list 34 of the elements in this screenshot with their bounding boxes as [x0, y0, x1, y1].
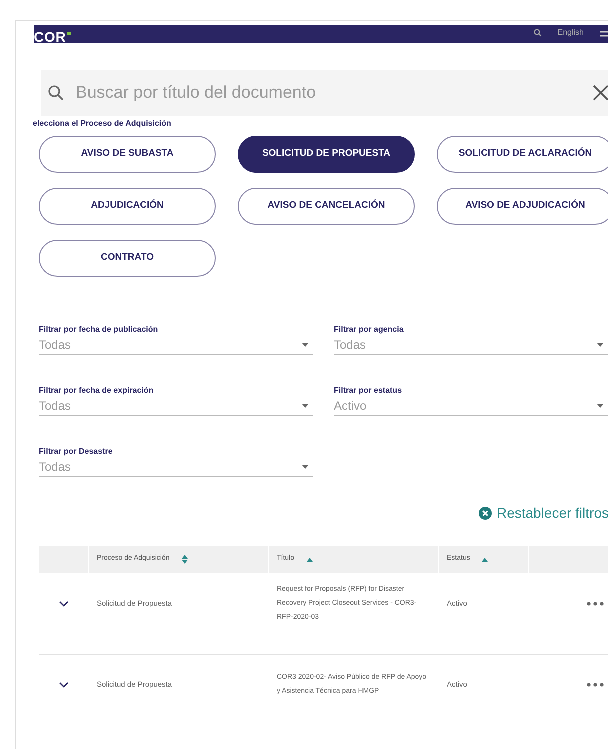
filter-label: Filtrar por Desastre: [39, 447, 114, 457]
search-icon[interactable]: [534, 29, 542, 37]
process-button[interactable]: SOLICITUD DE ACLARACIÓN: [437, 136, 608, 173]
close-icon[interactable]: [593, 85, 608, 101]
more-options-icon[interactable]: [587, 683, 604, 687]
section-label: elecciona el Proceso de Adquisición: [33, 119, 172, 129]
caret-icon: [302, 342, 309, 346]
logo-mark-icon: [67, 32, 72, 35]
search-field[interactable]: Buscar por título del documento: [76, 80, 593, 106]
filter-label: Filtrar por estatus: [334, 386, 404, 396]
chevron-down-icon[interactable]: [59, 600, 69, 606]
process-button[interactable]: SOLICITUD DE PROPUESTA: [238, 136, 415, 173]
process-button[interactable]: AVISO DE SUBASTA: [39, 136, 216, 173]
sort-up-icon[interactable]: [306, 558, 313, 562]
close-circle-icon: [478, 507, 492, 520]
caret-icon: [302, 464, 309, 468]
sort-icon[interactable]: [182, 555, 188, 564]
search-icon: [48, 85, 64, 101]
logo[interactable]: COR: [34, 31, 66, 43]
process-button[interactable]: AVISO DE ADJUDICACIÓN: [437, 188, 608, 225]
filter-label: Filtrar por fecha de publicación: [39, 325, 160, 335]
caret-icon: [302, 404, 309, 408]
filter-label: Filtrar por fecha de expiración: [39, 386, 155, 396]
sort-up-icon[interactable]: [482, 558, 488, 562]
process-button[interactable]: ADJUDICACIÓN: [39, 188, 216, 225]
filter-label: Filtrar por agencia: [334, 325, 405, 335]
caret-icon: [597, 342, 604, 346]
process-button[interactable]: AVISO DE CANCELACIÓN: [238, 188, 415, 225]
chevron-down-icon[interactable]: [59, 682, 69, 688]
caret-icon: [597, 404, 604, 408]
more-options-icon[interactable]: [587, 602, 604, 606]
search-bar[interactable]: Buscar por título del documento: [41, 70, 608, 116]
language-link[interactable]: English: [558, 29, 584, 37]
process-button[interactable]: CONTRATO: [39, 240, 216, 277]
